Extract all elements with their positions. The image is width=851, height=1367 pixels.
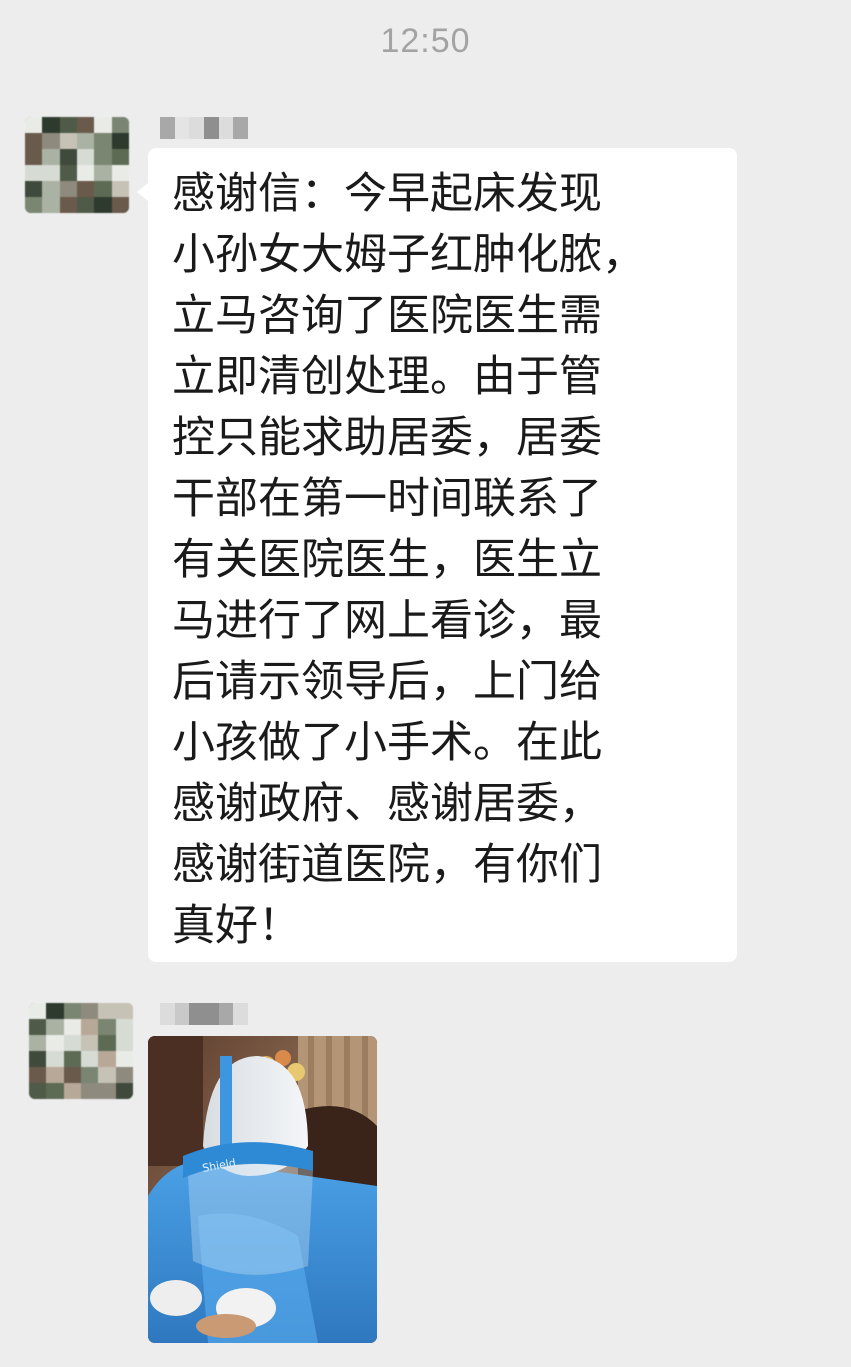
avatar-mosaic-cell (115, 1003, 133, 1019)
avatar-mosaic-cell (81, 1067, 99, 1083)
avatar-mosaic-cell (59, 197, 77, 213)
name-mosaic-cell (233, 117, 248, 139)
name-mosaic-cell (204, 1003, 219, 1025)
avatar-mosaic-cell (29, 1003, 47, 1019)
avatar-mosaic-cell (94, 165, 112, 181)
avatar-mosaic-cell (46, 1035, 64, 1051)
avatar-mosaic-cell (63, 1035, 81, 1051)
name-mosaic-cell (204, 117, 219, 139)
avatar-mosaic-cell (63, 1019, 81, 1035)
avatar-mosaic-cell (59, 165, 77, 181)
avatar-mosaic-cell (25, 149, 43, 165)
avatar-mosaic-cell (98, 1019, 116, 1035)
avatar-mosaic-cell (59, 117, 77, 133)
name-mosaic-cell (160, 117, 175, 139)
text-message-bubble[interactable]: 感谢信：今早起床发现 小孙女大姆子红肿化脓， 立马咨询了医院医生需 立即清创处理… (137, 148, 737, 962)
avatar-mosaic-cell (98, 1035, 116, 1051)
bubble-tail (137, 182, 149, 202)
avatar-mosaic-cell (46, 1067, 64, 1083)
avatar-mosaic-cell (63, 1083, 81, 1099)
name-mosaic-cell (174, 117, 190, 139)
avatar-mosaic-cell (25, 133, 43, 149)
avatar-mosaic-cell (63, 1067, 81, 1083)
name-mosaic-cell (160, 1003, 175, 1025)
image-message-photo[interactable]: Shield (148, 1036, 377, 1343)
avatar-mosaic-cell (111, 149, 129, 165)
avatar-mosaic-cell (115, 1035, 133, 1051)
avatar-mosaic-cell (81, 1083, 99, 1099)
sender-name-pixelated (160, 117, 248, 139)
name-mosaic-cell (218, 117, 234, 139)
avatar-mosaic-cell (77, 149, 95, 165)
avatar-mosaic-cell (29, 1051, 47, 1067)
avatar-mosaic-cell (81, 1035, 99, 1051)
avatar-mosaic-cell (77, 197, 95, 213)
avatar-mosaic-cell (94, 117, 112, 133)
avatar-mosaic-cell (29, 1067, 47, 1083)
avatar-mosaic-cell (77, 117, 95, 133)
avatar-mosaic-cell (81, 1003, 99, 1019)
avatar-mosaic-cell (77, 181, 95, 197)
avatar-mosaic-cell (98, 1083, 116, 1099)
avatar-mosaic-cell (115, 1019, 133, 1035)
photo-medic-in-protective-suit: Shield (148, 1036, 377, 1343)
avatar-mosaic-cell (42, 117, 60, 133)
avatar-mosaic-cell (42, 165, 60, 181)
avatar-mosaic-cell (59, 133, 77, 149)
name-mosaic-cell (189, 1003, 204, 1025)
avatar-mosaic-cell (46, 1003, 64, 1019)
avatar-mosaic-cell (59, 149, 77, 165)
name-mosaic-cell (218, 1003, 234, 1025)
avatar-mosaic-cell (42, 133, 60, 149)
avatar-mosaic-cell (46, 1083, 64, 1099)
avatar-mosaic-cell (46, 1019, 64, 1035)
avatar-mosaic-cell (25, 117, 43, 133)
avatar-mosaic-cell (25, 181, 43, 197)
avatar-mosaic-cell (115, 1051, 133, 1067)
avatar-mosaic-cell (94, 197, 112, 213)
avatar-mosaic-cell (25, 165, 43, 181)
avatar-mosaic-cell (42, 181, 60, 197)
avatar-mosaic-cell (111, 181, 129, 197)
avatar-mosaic-cell (98, 1067, 116, 1083)
message-text: 感谢信：今早起床发现 小孙女大姆子红肿化脓， 立马咨询了医院医生需 立即清创处理… (172, 169, 645, 951)
message-timestamp: 12:50 (380, 22, 471, 60)
avatar-mosaic-cell (46, 1051, 64, 1067)
avatar-mosaic-cell (81, 1019, 99, 1035)
avatar-mosaic-cell (63, 1003, 81, 1019)
avatar-mosaic-cell (111, 133, 129, 149)
avatar-mosaic-cell (25, 197, 43, 213)
avatar-mosaic-cell (42, 197, 60, 213)
avatar-mosaic-cell (115, 1083, 133, 1099)
avatar-mosaic-cell (115, 1067, 133, 1083)
sender-avatar[interactable] (25, 117, 129, 213)
avatar-mosaic-cell (81, 1051, 99, 1067)
avatar-mosaic-cell (94, 149, 112, 165)
name-mosaic-cell (174, 1003, 190, 1025)
name-mosaic-cell (189, 117, 204, 139)
sender-avatar[interactable] (29, 1003, 133, 1099)
avatar-mosaic-cell (59, 181, 77, 197)
sender-name-pixelated (160, 1003, 248, 1025)
avatar-mosaic-cell (77, 165, 95, 181)
avatar-mosaic-cell (111, 117, 129, 133)
avatar-mosaic-cell (29, 1019, 47, 1035)
avatar-mosaic-cell (29, 1083, 47, 1099)
avatar-mosaic-cell (77, 133, 95, 149)
avatar-mosaic-cell (42, 149, 60, 165)
avatar-mosaic-cell (111, 165, 129, 181)
avatar-mosaic-cell (29, 1035, 47, 1051)
avatar-mosaic-cell (94, 133, 112, 149)
avatar-mosaic-cell (98, 1051, 116, 1067)
avatar-mosaic-cell (94, 181, 112, 197)
avatar-mosaic-cell (98, 1003, 116, 1019)
avatar-mosaic-cell (63, 1051, 81, 1067)
name-mosaic-cell (233, 1003, 248, 1025)
avatar-mosaic-cell (111, 197, 129, 213)
